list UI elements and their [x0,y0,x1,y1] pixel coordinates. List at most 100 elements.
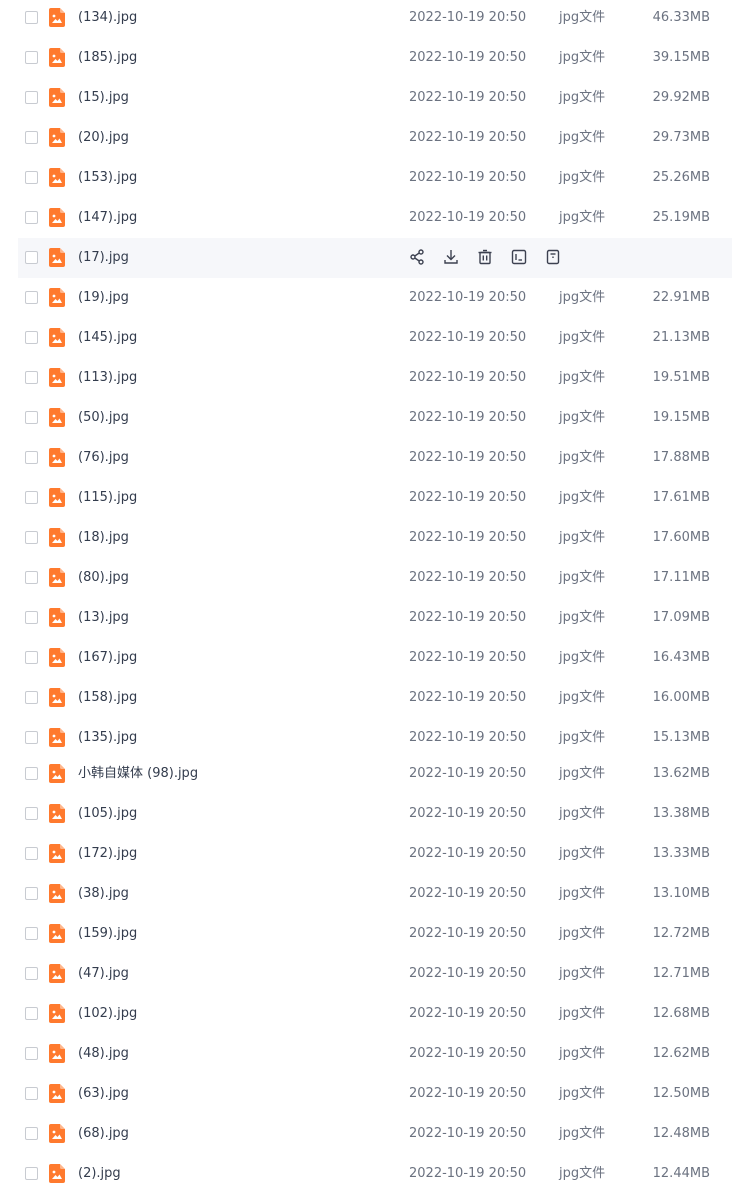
table-row[interactable]: (102).jpg 2022-10-19 20:50 jpg文件 12.68MB [18,994,732,1034]
image-file-icon [49,964,65,983]
file-name[interactable]: (159).jpg [78,914,137,954]
row-checkbox[interactable] [25,651,38,664]
file-name[interactable]: (76).jpg [78,438,129,478]
table-row[interactable]: (50).jpg 2022-10-19 20:50 jpg文件 19.15MB [18,398,732,438]
row-checkbox[interactable] [25,887,38,900]
table-row[interactable]: (172).jpg 2022-10-19 20:50 jpg文件 13.33MB [18,834,732,874]
row-checkbox[interactable] [25,847,38,860]
file-name[interactable]: (18).jpg [78,518,129,558]
file-name[interactable]: (13).jpg [78,598,129,638]
file-name[interactable]: (105).jpg [78,794,137,834]
row-checkbox[interactable] [25,451,38,464]
table-row[interactable]: (48).jpg 2022-10-19 20:50 jpg文件 12.62MB [18,1034,732,1074]
file-name[interactable]: (15).jpg [78,78,129,118]
row-checkbox[interactable] [25,767,38,780]
row-checkbox[interactable] [25,131,38,144]
row-checkbox[interactable] [25,1087,38,1100]
delete-icon[interactable] [476,248,494,266]
table-row[interactable]: (134).jpg 2022-10-19 20:50 jpg文件 46.33MB [18,0,732,38]
file-name[interactable]: (2).jpg [78,1154,121,1194]
row-checkbox[interactable] [25,211,38,224]
row-checkbox[interactable] [25,1127,38,1140]
table-row[interactable]: (153).jpg 2022-10-19 20:50 jpg文件 25.26MB [18,158,732,198]
file-name[interactable]: (80).jpg [78,558,129,598]
table-row[interactable]: (158).jpg 2022-10-19 20:50 jpg文件 16.00MB [18,678,732,718]
row-checkbox[interactable] [25,491,38,504]
table-row[interactable]: (159).jpg 2022-10-19 20:50 jpg文件 12.72MB [18,914,732,954]
file-name[interactable]: (63).jpg [78,1074,129,1114]
table-row[interactable]: (167).jpg 2022-10-19 20:50 jpg文件 16.43MB [18,638,732,678]
row-checkbox[interactable] [25,371,38,384]
row-checkbox[interactable] [25,91,38,104]
table-row[interactable]: (147).jpg 2022-10-19 20:50 jpg文件 25.19MB [18,198,732,238]
row-checkbox[interactable] [25,291,38,304]
row-checkbox[interactable] [25,1167,38,1180]
row-checkbox[interactable] [25,531,38,544]
file-name[interactable]: (153).jpg [78,158,137,198]
table-row[interactable]: (17).jpg [18,238,732,278]
file-name[interactable]: (167).jpg [78,638,137,678]
share-icon[interactable] [408,248,426,266]
row-checkbox[interactable] [25,251,38,264]
table-row[interactable]: (47).jpg 2022-10-19 20:50 jpg文件 12.71MB [18,954,732,994]
table-row[interactable]: (13).jpg 2022-10-19 20:50 jpg文件 17.09MB [18,598,732,638]
table-row[interactable]: (135).jpg 2022-10-19 20:50 jpg文件 15.13MB [18,718,732,758]
file-name[interactable]: (19).jpg [78,278,129,318]
table-row[interactable]: (68).jpg 2022-10-19 20:50 jpg文件 12.48MB [18,1114,732,1154]
rename-icon[interactable] [510,248,528,266]
more-icon[interactable] [544,248,562,266]
file-name[interactable]: (113).jpg [78,358,137,398]
file-name[interactable]: (68).jpg [78,1114,129,1154]
file-name[interactable]: (115).jpg [78,478,137,518]
row-checkbox[interactable] [25,411,38,424]
table-row[interactable]: (63).jpg 2022-10-19 20:50 jpg文件 12.50MB [18,1074,732,1114]
file-name[interactable]: (50).jpg [78,398,129,438]
row-checkbox[interactable] [25,1007,38,1020]
file-type: jpg文件 [559,846,606,861]
table-row[interactable]: (2).jpg 2022-10-19 20:50 jpg文件 12.44MB [18,1154,732,1194]
file-name[interactable]: (20).jpg [78,118,129,158]
row-checkbox[interactable] [25,171,38,184]
image-file-icon [49,1044,65,1063]
table-row[interactable]: (20).jpg 2022-10-19 20:50 jpg文件 29.73MB [18,118,732,158]
table-row[interactable]: (113).jpg 2022-10-19 20:50 jpg文件 19.51MB [18,358,732,398]
table-row[interactable]: (80).jpg 2022-10-19 20:50 jpg文件 17.11MB [18,558,732,598]
row-checkbox[interactable] [25,807,38,820]
row-checkbox[interactable] [25,571,38,584]
table-row[interactable]: (19).jpg 2022-10-19 20:50 jpg文件 22.91MB [18,278,732,318]
file-name[interactable]: (185).jpg [78,38,137,78]
table-row[interactable]: (145).jpg 2022-10-19 20:50 jpg文件 21.13MB [18,318,732,358]
table-row[interactable]: (105).jpg 2022-10-19 20:50 jpg文件 13.38MB [18,794,732,834]
image-file-icon [49,528,65,547]
table-row[interactable]: (76).jpg 2022-10-19 20:50 jpg文件 17.88MB [18,438,732,478]
file-name[interactable]: (102).jpg [78,994,137,1034]
file-name[interactable]: (134).jpg [78,0,137,38]
row-checkbox[interactable] [25,927,38,940]
download-icon[interactable] [442,248,460,266]
file-name[interactable]: (17).jpg [78,238,129,278]
file-name[interactable]: (145).jpg [78,318,137,358]
file-name[interactable]: (135).jpg [78,718,137,758]
file-name[interactable]: (158).jpg [78,678,137,718]
file-name[interactable]: (172).jpg [78,834,137,874]
file-name[interactable]: (48).jpg [78,1034,129,1074]
row-checkbox[interactable] [25,691,38,704]
file-name[interactable]: 小韩自媒体 (98).jpg [78,754,198,794]
table-row[interactable]: (38).jpg 2022-10-19 20:50 jpg文件 13.10MB [18,874,732,914]
row-checkbox[interactable] [25,731,38,744]
row-checkbox[interactable] [25,611,38,624]
table-row[interactable]: (185).jpg 2022-10-19 20:50 jpg文件 39.15MB [18,38,732,78]
table-row[interactable]: (18).jpg 2022-10-19 20:50 jpg文件 17.60MB [18,518,732,558]
table-row[interactable]: (15).jpg 2022-10-19 20:50 jpg文件 29.92MB [18,78,732,118]
table-row[interactable]: (115).jpg 2022-10-19 20:50 jpg文件 17.61MB [18,478,732,518]
row-checkbox[interactable] [25,11,38,24]
row-checkbox[interactable] [25,331,38,344]
row-checkbox[interactable] [25,967,38,980]
row-checkbox[interactable] [25,51,38,64]
file-name[interactable]: (47).jpg [78,954,129,994]
file-name[interactable]: (147).jpg [78,198,137,238]
file-name[interactable]: (38).jpg [78,874,129,914]
file-size: 12.68MB [652,1006,710,1021]
row-checkbox[interactable] [25,1047,38,1060]
table-row[interactable]: 小韩自媒体 (98).jpg 2022-10-19 20:50 jpg文件 13.62… [18,754,732,794]
